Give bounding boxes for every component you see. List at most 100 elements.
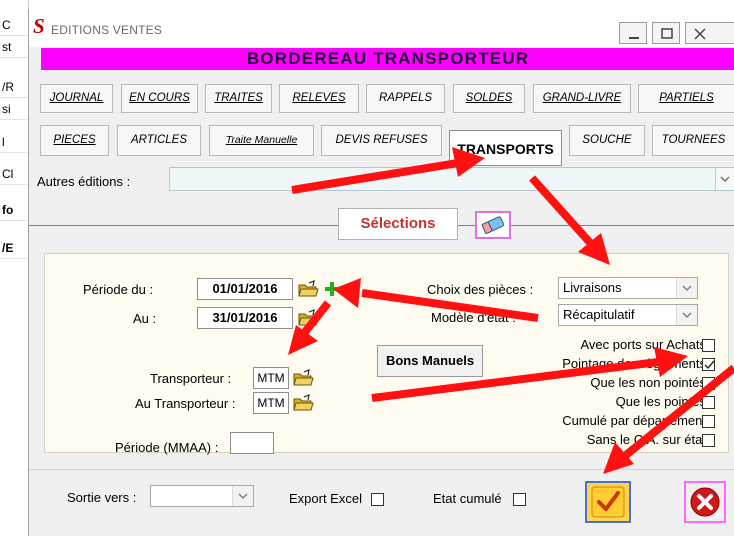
folder-icon[interactable] bbox=[292, 393, 314, 413]
tab-devis-refuses[interactable]: DEVIS REFUSES bbox=[321, 125, 442, 156]
background-text: C bbox=[0, 14, 28, 36]
checkbox-label: Sans le C.A. sur état bbox=[586, 432, 706, 447]
tab-rappels[interactable]: RAPPELS bbox=[366, 84, 445, 113]
tab-traites[interactable]: TRAITES bbox=[205, 84, 272, 113]
bottom-divider bbox=[29, 469, 734, 470]
pointage-checkbox[interactable] bbox=[702, 358, 715, 371]
selections-button[interactable]: Sélections bbox=[338, 208, 458, 240]
au-transporteur-input[interactable]: MTM bbox=[253, 392, 289, 414]
tab-label: EN COURS bbox=[129, 92, 190, 104]
chevron-down-icon[interactable] bbox=[676, 305, 697, 325]
modele-etat-value: Récapitulatif bbox=[563, 307, 635, 322]
minimize-icon bbox=[629, 37, 639, 39]
background-text: /E bbox=[0, 237, 28, 259]
autres-editions-select[interactable] bbox=[169, 167, 734, 191]
pointes-checkbox[interactable] bbox=[702, 396, 715, 409]
sortie-vers-label: Sortie vers : bbox=[67, 490, 137, 505]
chevron-down-icon[interactable] bbox=[676, 278, 697, 298]
validate-button[interactable] bbox=[585, 481, 631, 523]
window-title: EDITIONS VENTES bbox=[51, 23, 163, 37]
sortie-vers-select[interactable] bbox=[150, 485, 254, 507]
tab-label: ARTICLES bbox=[130, 134, 188, 146]
background-text: Cl bbox=[0, 163, 28, 185]
cumule-departement-checkbox[interactable] bbox=[702, 415, 715, 428]
title-bar: S EDITIONS VENTES bbox=[29, 9, 734, 47]
sans-ca-checkbox[interactable] bbox=[702, 434, 715, 447]
transporteur-input[interactable]: MTM bbox=[253, 367, 289, 389]
export-excel-checkbox[interactable] bbox=[371, 493, 384, 506]
tab-label: Traite Manuelle bbox=[225, 134, 298, 146]
avec-ports-checkbox[interactable] bbox=[702, 339, 715, 352]
tab-articles[interactable]: ARTICLES bbox=[117, 125, 201, 156]
background-text: si bbox=[0, 98, 28, 120]
etat-cumule-checkbox[interactable] bbox=[513, 493, 526, 506]
periode-du-input[interactable]: 01/01/2016 bbox=[197, 278, 293, 300]
app-logo: S bbox=[33, 14, 45, 38]
tab-pieces[interactable]: PIECES bbox=[40, 125, 109, 156]
cancel-button[interactable] bbox=[684, 481, 726, 523]
folder-icon[interactable] bbox=[297, 279, 319, 299]
add-icon[interactable] bbox=[321, 279, 343, 299]
maximize-icon bbox=[661, 28, 673, 39]
eraser-icon bbox=[481, 216, 505, 234]
editions-ventes-window: S EDITIONS VENTES BORDEREAU TRANSPORTEUR… bbox=[28, 9, 734, 536]
close-button[interactable] bbox=[685, 22, 734, 44]
non-pointes-checkbox[interactable] bbox=[702, 377, 715, 390]
tab-releves[interactable]: RELEVES bbox=[279, 84, 359, 113]
tab-label: RELEVES bbox=[292, 92, 346, 104]
tab-label: GRAND-LIVRE bbox=[542, 92, 622, 104]
checkmark-icon bbox=[591, 486, 625, 518]
eraser-button[interactable] bbox=[475, 211, 511, 239]
au-input[interactable]: 31/01/2016 bbox=[197, 307, 293, 329]
tab-tournees[interactable]: TOURNEES bbox=[652, 125, 734, 156]
autres-editions-label: Autres éditions : bbox=[37, 174, 131, 189]
periode-mmaa-input[interactable] bbox=[230, 432, 274, 454]
checkbox-label: Que les non pointés bbox=[590, 375, 706, 390]
modele-etat-label: Modèle d'état : bbox=[431, 310, 516, 325]
close-icon bbox=[690, 487, 720, 517]
minimize-button[interactable] bbox=[619, 22, 647, 44]
tab-label: TRAITES bbox=[214, 92, 263, 104]
periode-du-label: Période du : bbox=[83, 282, 154, 297]
background-text: l bbox=[0, 131, 28, 153]
tab-label: DEVIS REFUSES bbox=[335, 134, 428, 146]
checkbox-label: Avec ports sur Achats bbox=[580, 337, 707, 352]
tab-transports[interactable]: TRANSPORTS bbox=[449, 130, 562, 166]
choix-pieces-select[interactable]: Livraisons bbox=[558, 277, 698, 299]
checkbox-label: Pointage des règlements bbox=[562, 356, 706, 371]
folder-icon[interactable] bbox=[297, 308, 319, 328]
tab-label: SOLDES bbox=[465, 92, 513, 104]
chevron-down-icon[interactable] bbox=[715, 168, 734, 190]
background-window: C st /R si l Cl fo /E bbox=[0, 0, 29, 536]
tab-grand-livre[interactable]: GRAND-LIVRE bbox=[533, 84, 631, 113]
transporteur-label: Transporteur : bbox=[150, 371, 232, 386]
tab-label: RAPPELS bbox=[378, 92, 433, 104]
chevron-down-icon[interactable] bbox=[232, 486, 253, 506]
tab-traite-manuelle[interactable]: Traite Manuelle bbox=[209, 125, 314, 156]
au-label: Au : bbox=[133, 311, 157, 326]
folder-icon[interactable] bbox=[292, 368, 314, 388]
au-transporteur-label: Au Transporteur : bbox=[135, 396, 236, 411]
checkbox-label: Cumulé par département bbox=[562, 413, 706, 428]
periode-mmaa-label: Période (MMAA) : bbox=[115, 440, 219, 455]
close-icon bbox=[694, 28, 706, 40]
background-text: /R bbox=[0, 76, 28, 98]
tab-label: PARTIELS bbox=[659, 92, 714, 104]
checkbox-label: Que les pointés bbox=[615, 394, 706, 409]
background-text: fo bbox=[0, 199, 28, 221]
report-header: BORDEREAU TRANSPORTEUR bbox=[41, 48, 734, 70]
tab-journal[interactable]: JOURNAL bbox=[40, 84, 113, 113]
tab-soldes[interactable]: SOLDES bbox=[453, 84, 525, 113]
choix-pieces-value: Livraisons bbox=[563, 280, 622, 295]
tab-label: JOURNAL bbox=[49, 92, 104, 104]
tab-souche[interactable]: SOUCHE bbox=[569, 125, 645, 156]
maximize-button[interactable] bbox=[652, 22, 680, 44]
bons-manuels-button[interactable]: Bons Manuels bbox=[377, 345, 483, 377]
tab-label: TRANSPORTS bbox=[457, 141, 554, 157]
tab-label: PIECES bbox=[53, 134, 96, 146]
tab-partiels[interactable]: PARTIELS bbox=[638, 84, 734, 113]
tab-label: TOURNEES bbox=[661, 134, 726, 146]
modele-etat-select[interactable]: Récapitulatif bbox=[558, 304, 698, 326]
export-excel-label: Export Excel bbox=[289, 491, 362, 506]
tab-en-cours[interactable]: EN COURS bbox=[121, 84, 198, 113]
